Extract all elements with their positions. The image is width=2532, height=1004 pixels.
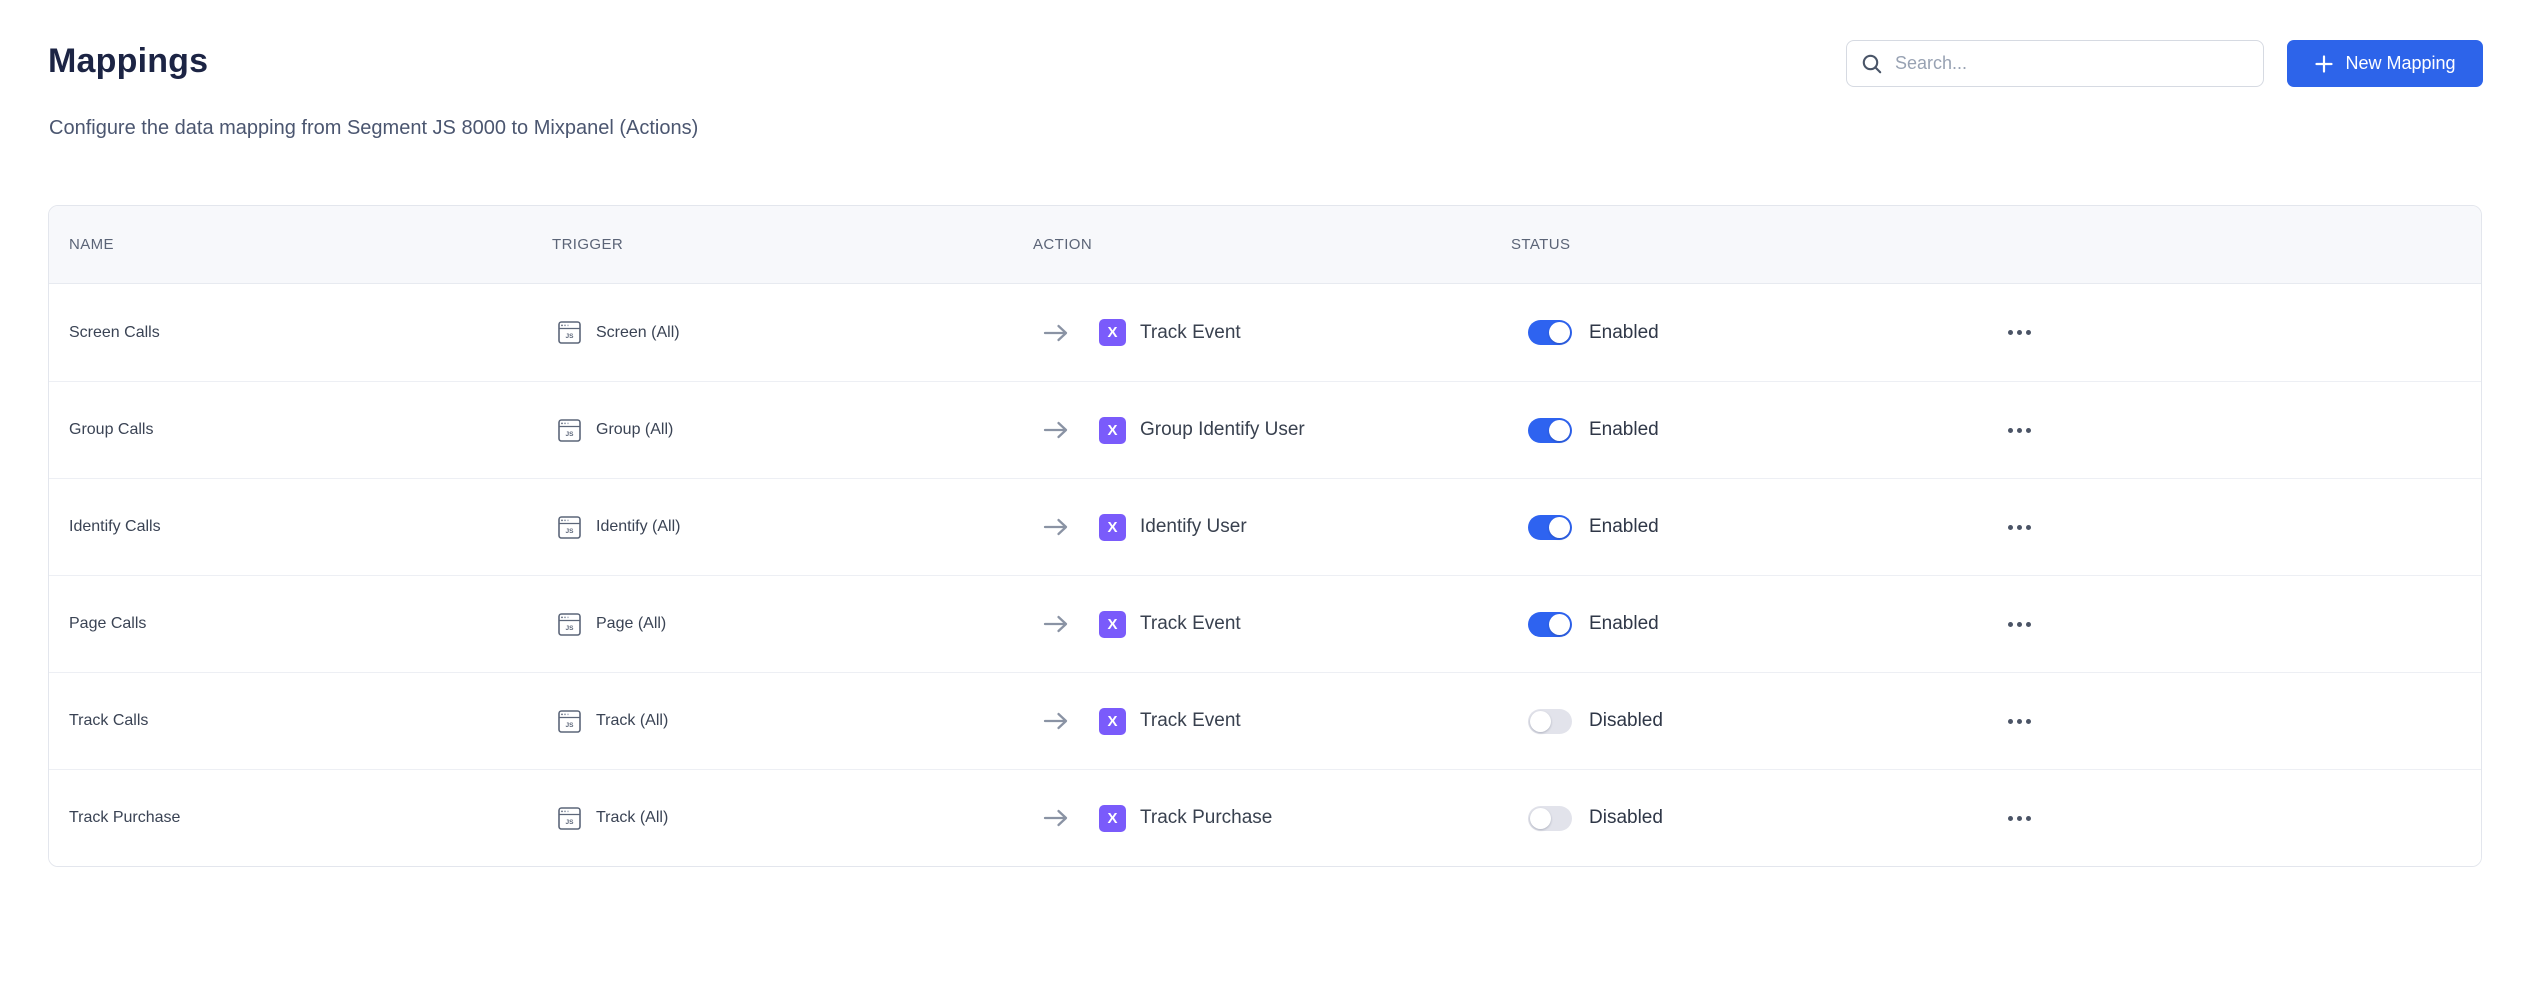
action-label: Track Event [1140,710,1241,732]
arrow-right-icon [1043,809,1069,827]
segment-js-source-icon: JS [558,516,581,539]
action-label: Track Purchase [1140,807,1272,829]
table-row: Screen Calls JS Screen (All) X [49,284,2481,381]
action-label: Identify User [1140,516,1247,538]
status-label: Enabled [1589,516,1659,538]
segment-js-source-icon: JS [558,321,581,344]
svg-text:JS: JS [566,528,575,535]
action-label: Track Event [1140,322,1241,344]
svg-text:JS: JS [566,819,575,826]
mappings-table: NAME TRIGGER ACTION STATUS Screen Calls … [48,205,2482,867]
table-row: Page Calls JS Page (All) X [49,575,2481,672]
trigger-label: Group (All) [596,421,673,439]
ellipsis-icon [2008,816,2031,821]
status-label: Disabled [1589,807,1663,829]
arrow-right-icon [1043,615,1069,633]
row-menu-button[interactable] [1999,604,2039,644]
mapping-name: Group Calls [49,421,532,439]
row-menu-button[interactable] [1999,507,2039,547]
table-header-row: NAME TRIGGER ACTION STATUS [49,206,2481,284]
column-header-status: STATUS [1491,236,1969,253]
table-row: Track Calls JS Track (All) X [49,672,2481,769]
toggle-knob [1549,322,1570,343]
search-icon [1861,53,1883,75]
segment-js-source-icon: JS [558,710,581,733]
row-menu-button[interactable] [1999,798,2039,838]
mixpanel-icon: X [1099,611,1126,638]
page-subtitle: Configure the data mapping from Segment … [49,117,698,140]
row-menu-button[interactable] [1999,410,2039,450]
mapping-name: Track Calls [49,712,532,730]
arrow-right-icon [1043,324,1069,342]
new-mapping-button[interactable]: New Mapping [2287,40,2483,87]
svg-text:JS: JS [566,722,575,729]
table-row: Track Purchase JS Track (All) X [49,769,2481,866]
mapping-name: Page Calls [49,615,532,633]
status-toggle[interactable] [1528,418,1572,443]
segment-js-source-icon: JS [558,419,581,442]
svg-text:JS: JS [566,625,575,632]
status-toggle[interactable] [1528,612,1572,637]
ellipsis-icon [2008,719,2031,724]
action-label: Group Identify User [1140,419,1305,441]
page-title: Mappings [48,42,208,81]
mapping-name: Track Purchase [49,809,532,827]
status-label: Enabled [1589,419,1659,441]
segment-js-source-icon: JS [558,807,581,830]
new-mapping-label: New Mapping [2345,53,2455,74]
toggle-knob [1549,517,1570,538]
ellipsis-icon [2008,622,2031,627]
mapping-name: Screen Calls [49,324,532,342]
toggle-knob [1549,614,1570,635]
trigger-label: Track (All) [596,809,668,827]
mixpanel-icon: X [1099,417,1126,444]
status-label: Disabled [1589,710,1663,732]
ellipsis-icon [2008,428,2031,433]
toggle-knob [1549,420,1570,441]
trigger-label: Identify (All) [596,518,680,536]
toggle-knob [1530,808,1551,829]
status-label: Enabled [1589,613,1659,635]
mapping-name: Identify Calls [49,518,532,536]
status-toggle[interactable] [1528,320,1572,345]
table-row: Group Calls JS Group (All) X [49,381,2481,478]
trigger-label: Screen (All) [596,324,680,342]
svg-text:JS: JS [566,333,575,340]
svg-text:JS: JS [566,431,575,438]
row-menu-button[interactable] [1999,313,2039,353]
trigger-label: Track (All) [596,712,668,730]
arrow-right-icon [1043,712,1069,730]
status-label: Enabled [1589,322,1659,344]
mixpanel-icon: X [1099,805,1126,832]
table-row: Identify Calls JS Identify (All) [49,478,2481,575]
mixpanel-icon: X [1099,708,1126,735]
ellipsis-icon [2008,330,2031,335]
row-menu-button[interactable] [1999,701,2039,741]
table-body: Screen Calls JS Screen (All) X [49,284,2481,866]
mixpanel-icon: X [1099,319,1126,346]
arrow-right-icon [1043,518,1069,536]
status-toggle[interactable] [1528,515,1572,540]
arrow-right-icon [1043,421,1069,439]
status-toggle[interactable] [1528,806,1572,831]
ellipsis-icon [2008,525,2031,530]
status-toggle[interactable] [1528,709,1572,734]
column-header-name: NAME [49,236,532,253]
column-header-action: ACTION [1013,236,1491,253]
search-box [1846,40,2264,87]
trigger-label: Page (All) [596,615,666,633]
mixpanel-icon: X [1099,514,1126,541]
action-label: Track Event [1140,613,1241,635]
segment-js-source-icon: JS [558,613,581,636]
toggle-knob [1530,711,1551,732]
column-header-trigger: TRIGGER [532,236,1013,253]
plus-icon [2314,54,2334,74]
search-input[interactable] [1895,53,2249,74]
